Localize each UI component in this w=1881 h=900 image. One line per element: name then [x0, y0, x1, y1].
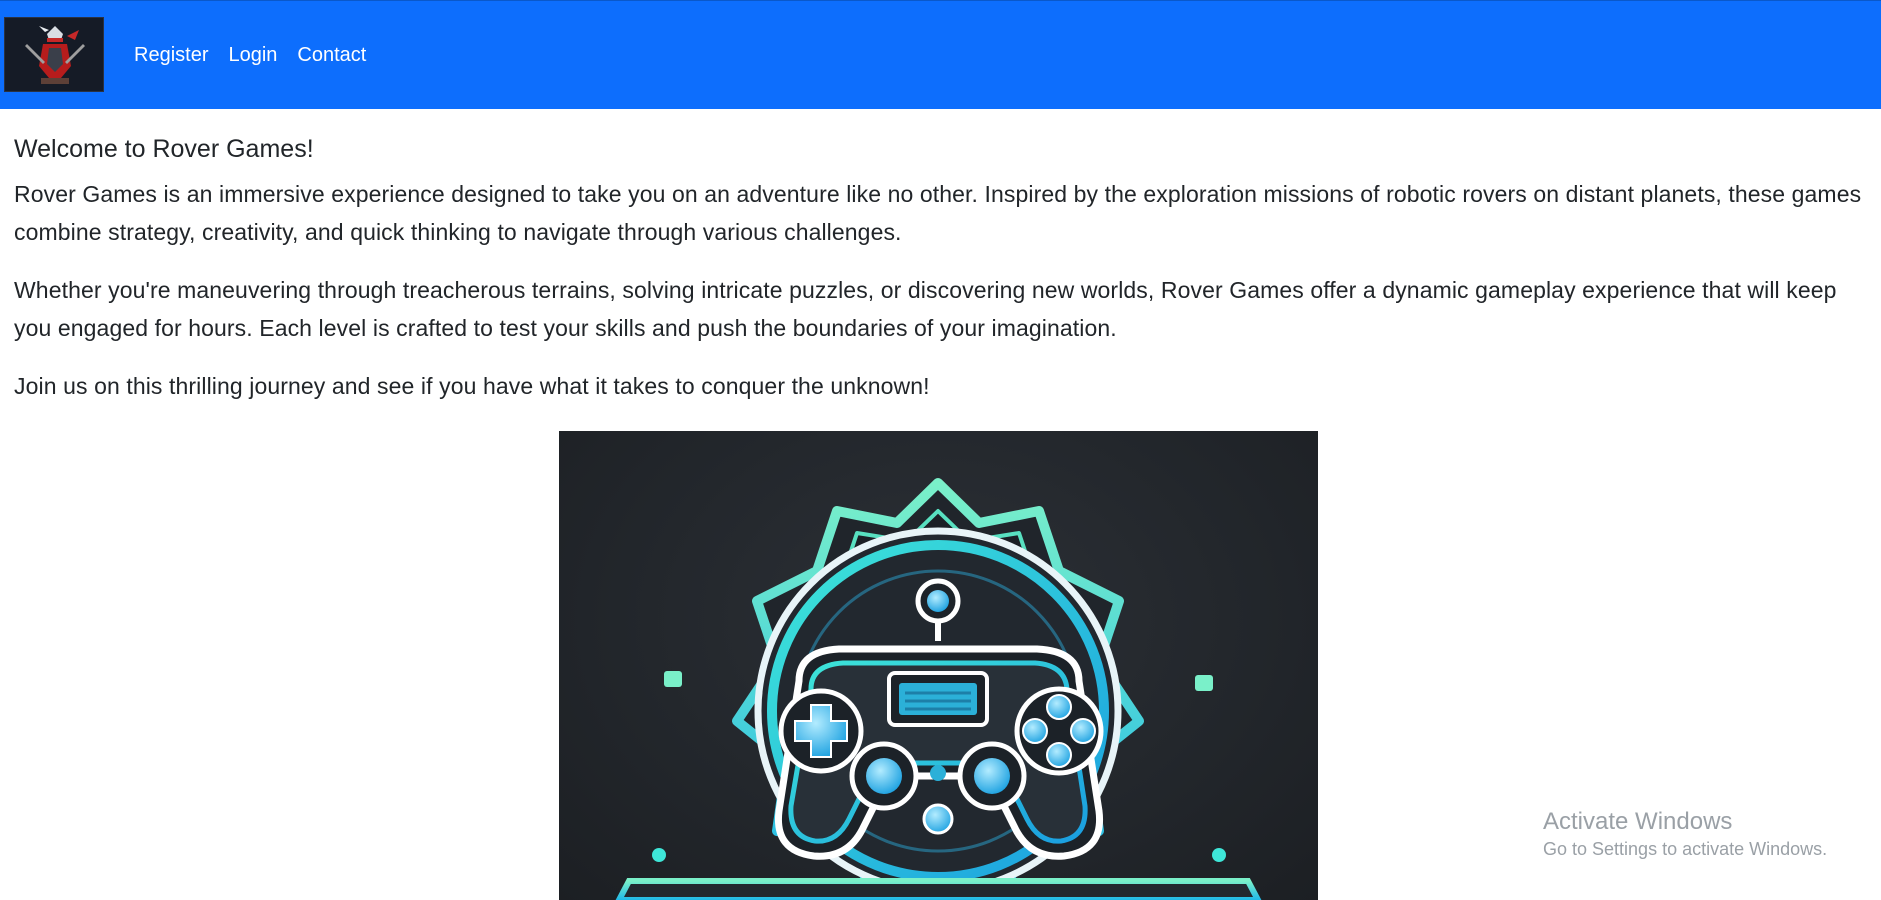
- ninja-logo-icon[interactable]: [4, 17, 104, 92]
- intro-paragraph: Rover Games is an immersive experience d…: [14, 181, 1862, 245]
- nav-link-register[interactable]: Register: [134, 41, 208, 69]
- nav-link-login[interactable]: Login: [228, 41, 277, 69]
- gameplay-paragraph: Whether you're maneuvering through treac…: [14, 277, 1837, 341]
- welcome-heading: Welcome to Rover Games!: [14, 135, 314, 163]
- nav-link-contact[interactable]: Contact: [297, 41, 366, 69]
- nav-links: Register Login Contact: [134, 41, 366, 69]
- watermark-title: Activate Windows: [1543, 808, 1733, 835]
- main-content: Welcome to Rover Games! Rover Games is a…: [14, 133, 1864, 425]
- windows-activation-watermark: Activate Windows Go to Settings to activ…: [1543, 807, 1827, 861]
- cta-paragraph: Join us on this thrilling journey and se…: [14, 373, 930, 399]
- gamepad-emblem-image: [559, 431, 1318, 900]
- navbar: Register Login Contact: [0, 0, 1881, 109]
- watermark-subtitle: Go to Settings to activate Windows.: [1543, 839, 1828, 859]
